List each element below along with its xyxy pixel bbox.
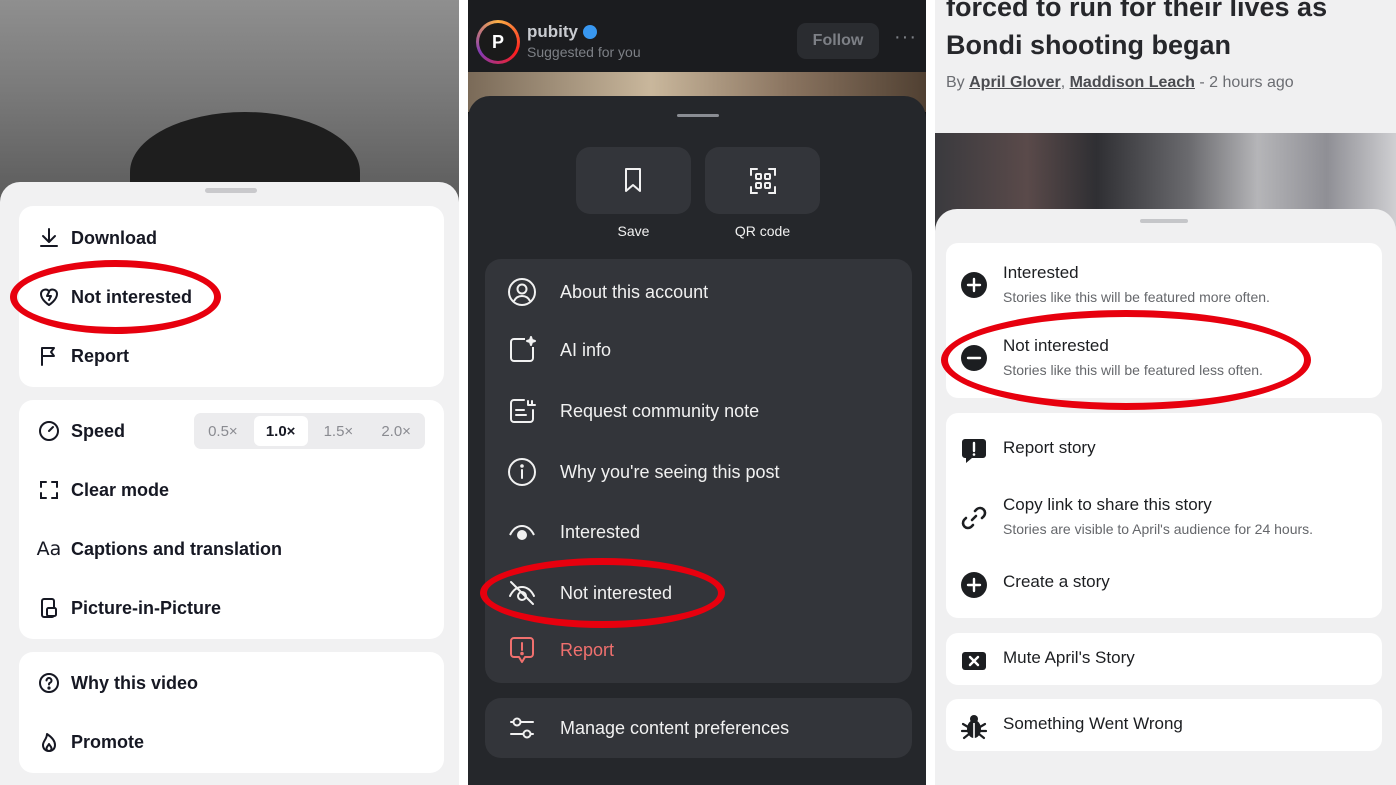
report-label: Report [560,639,615,660]
interested-label: Interested [560,521,641,542]
flag-icon [36,343,62,369]
annotation-oval-not-interested [480,558,725,628]
account-circle-icon [506,276,538,308]
qr-code-icon [749,167,777,195]
verified-badge-icon [583,25,597,39]
about-account-option[interactable]: About this account [506,276,708,308]
download-option[interactable]: Download [36,223,157,253]
picture-in-picture-icon [36,595,62,621]
captions-label: Captions and translation [71,538,283,559]
why-video-label: Why this video [71,672,199,693]
why-seeing-option[interactable]: Why you're seeing this post [506,456,780,488]
annotation-oval-not-interested [10,260,221,334]
ai-info-label: AI info [560,339,612,360]
more-options-icon[interactable]: ··· [894,26,917,49]
copy-link-label: Copy link to share this story [1003,495,1212,514]
mute-story-label: Mute April's Story [1003,648,1135,667]
follow-button[interactable]: Follow [797,23,879,59]
speed-label: Speed [71,420,126,441]
flame-icon [36,729,62,755]
interested-option[interactable]: Interested Stories like this will be fea… [960,262,1270,307]
manage-preferences-option[interactable]: Manage content preferences [506,712,789,744]
speed-option-1-5[interactable]: 1.5× [311,416,365,446]
why-video-option[interactable]: Why this video [36,668,198,698]
pip-label: Picture-in-Picture [71,597,222,618]
report-story-option[interactable]: Report story [960,437,1096,465]
report-option[interactable]: Report [36,341,129,371]
community-note-icon [506,395,538,427]
article-headline: forced to run for their lives as Bondi s… [946,0,1328,60]
create-story-label: Create a story [1003,572,1110,591]
download-label: Download [71,227,157,248]
report-label: Report [71,345,129,366]
sliders-icon [506,712,538,744]
report-story-label: Report story [1003,438,1096,457]
speed-option-0-5[interactable]: 0.5× [196,416,250,446]
pip-option[interactable]: Picture-in-Picture [36,593,221,623]
captions-option[interactable]: Aa Captions and translation [36,534,282,564]
copy-link-option[interactable]: Copy link to share this story Stories ar… [960,494,1313,539]
speed-option: Speed [36,416,125,446]
manage-preferences-label: Manage content preferences [560,717,790,738]
interested-label: Interested [1003,263,1079,282]
avatar-logo: P [479,23,517,61]
community-note-option[interactable]: Request community note [506,395,759,427]
copy-link-description: Stories are visible to April's audience … [1003,521,1314,537]
byline-prefix: By [946,74,970,91]
report-alert-icon [506,634,538,666]
article-byline: By April Glover, Maddison Leach - 2 hour… [946,74,1294,92]
plus-circle-icon [960,571,988,599]
bookmark-icon [621,167,645,193]
community-note-label: Request community note [560,400,760,421]
speed-option-2-0[interactable]: 2.0× [369,416,423,446]
avatar[interactable]: P [476,20,520,64]
mute-story-option[interactable]: Mute April's Story [960,647,1135,675]
ai-sparkle-icon [506,334,538,366]
tiktok-panel: Download Not interested Report Speed 0.5… [0,0,459,785]
captions-aa-icon: Aa [36,538,62,560]
report-option[interactable]: Report [506,634,614,666]
promote-label: Promote [71,731,145,752]
speedometer-icon [36,418,62,444]
speed-option-1-0-selected[interactable]: 1.0× [253,416,308,446]
info-icon [506,456,538,488]
question-icon [36,670,62,696]
instagram-panel: P pubity Suggested for you Follow ··· Sa… [468,0,926,785]
why-seeing-label: Why you're seeing this post [560,461,780,482]
sheet-handle[interactable] [205,188,257,193]
qr-code-button[interactable] [705,147,820,214]
interested-description: Stories like this will be featured more … [1003,289,1270,305]
annotation-oval-not-interested [941,310,1311,410]
about-account-label: About this account [560,281,709,302]
bug-icon [960,713,988,741]
byline-suffix: - 2 hours ago [1194,74,1294,91]
account-name[interactable]: pubity [527,22,578,42]
clear-mode-icon [36,477,62,503]
qr-code-label: QR code [734,223,791,239]
download-icon [36,225,62,251]
promote-option[interactable]: Promote [36,727,144,757]
clear-mode-option[interactable]: Clear mode [36,475,169,505]
facebook-panel: forced to run for their lives as Bondi s… [935,0,1396,785]
account-subtitle: Suggested for you [527,44,641,60]
byline-separator: , [1060,74,1070,91]
eye-icon [506,516,538,548]
sheet-handle[interactable] [1140,219,1188,223]
sheet-handle[interactable] [677,114,719,117]
something-wrong-option[interactable]: Something Went Wrong [960,713,1183,741]
ai-info-option[interactable]: AI info [506,334,611,366]
byline-author-1[interactable]: April Glover [969,74,1061,91]
speed-selector: 0.5× 1.0× 1.5× 2.0× [194,413,425,449]
plus-circle-icon [960,271,988,299]
save-label: Save [617,223,650,239]
interested-option[interactable]: Interested [506,516,640,548]
create-story-option[interactable]: Create a story [960,571,1110,599]
mute-x-icon [960,647,988,675]
report-exclamation-icon [960,437,988,465]
byline-author-2[interactable]: Maddison Leach [1070,74,1195,91]
link-icon [960,504,988,532]
save-button[interactable] [576,147,691,214]
something-wrong-label: Something Went Wrong [1003,714,1183,733]
clear-mode-label: Clear mode [71,479,170,500]
